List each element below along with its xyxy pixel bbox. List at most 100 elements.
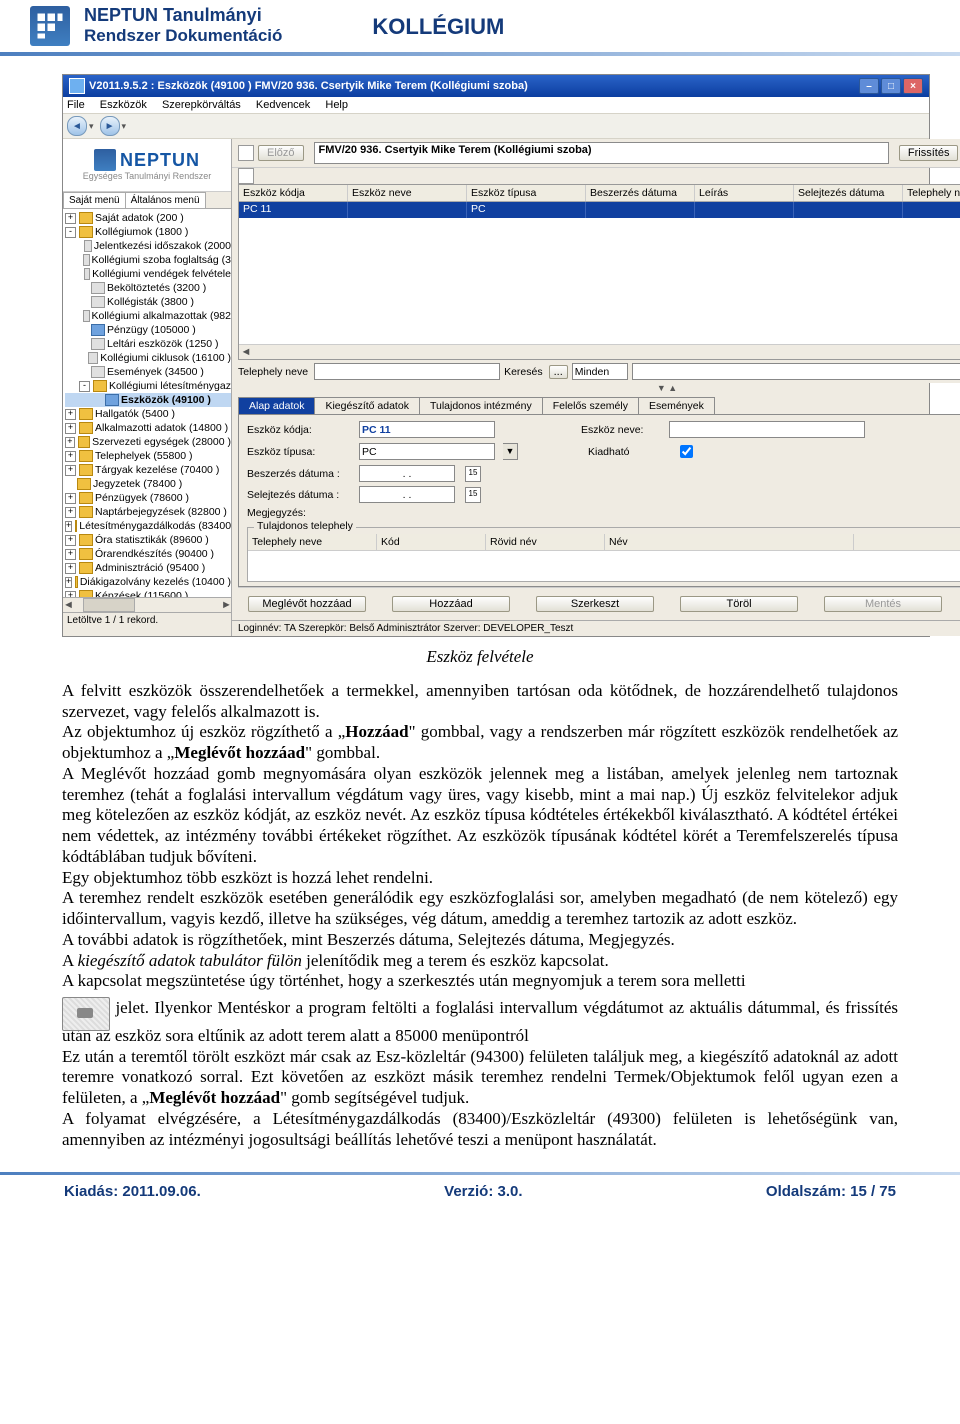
menu-szerepkor[interactable]: Szerepkörváltás (162, 99, 241, 111)
left-status: Letöltve 1 / 1 rekord. (63, 612, 231, 628)
main-panel: Előző FMV/20 936. Csertyik Mike Terem (K… (232, 139, 960, 636)
footer-rule (0, 1172, 960, 1175)
nav-tree[interactable]: +Saját adatok (200 )-Kollégiumok (1800 )… (63, 209, 231, 597)
sub-col-header[interactable]: Kód (377, 534, 486, 550)
checkbox-kiadhato[interactable] (680, 445, 693, 458)
tree-item[interactable]: Beköltöztetés (3200 ) (65, 281, 231, 295)
sub-col-header[interactable]: Név (605, 534, 854, 550)
fieldset-tulajdonos: Tulajdonos telephely Telephely neveKódRö… (247, 527, 960, 582)
tree-item[interactable]: +Óra statisztikák (89600 ) (65, 533, 231, 547)
search-text-input[interactable] (632, 363, 960, 380)
input-selejtezes[interactable] (359, 486, 455, 503)
tree-item[interactable]: Kollégisták (3800 ) (65, 295, 231, 309)
menu-kedvencek[interactable]: Kedvencek (256, 99, 310, 111)
menu-help[interactable]: Help (325, 99, 348, 111)
tree-item[interactable]: +Létesítménygazdálkodás (83400 ) (65, 519, 231, 533)
scope-select[interactable] (572, 363, 628, 380)
calendar-icon[interactable]: 15 (465, 487, 481, 503)
inline-remove-icon (62, 997, 110, 1031)
grid-row[interactable]: PC 11PC (239, 202, 960, 218)
save-button[interactable]: Mentés (824, 596, 942, 612)
refresh-button[interactable]: Frissítés (899, 145, 959, 161)
tree-item[interactable]: +Saját adatok (200 ) (65, 211, 231, 225)
search-more-button[interactable]: ... (549, 365, 568, 379)
grid-col-header[interactable]: Eszköz típusa (467, 185, 586, 201)
tree-item[interactable]: +Órarendkészítés (90400 ) (65, 547, 231, 561)
grid-select-all[interactable] (238, 168, 254, 184)
para-3: A Meglévőt hozzáad gomb megnyomására oly… (62, 764, 898, 868)
sub-col-header[interactable]: Telephely neve (248, 534, 377, 550)
grid-col-header[interactable]: Selejtezés dátuma (794, 185, 903, 201)
tree-item[interactable]: Kollégiumi alkalmazottak (982 (65, 309, 231, 323)
calendar-icon[interactable]: 15 (465, 466, 481, 482)
input-eszkoz-tipusa[interactable] (359, 443, 495, 460)
tree-item[interactable]: Kollégiumi szoba foglaltság (3 (65, 253, 231, 267)
grid-hscroll[interactable]: ◄► (239, 344, 960, 359)
back-icon[interactable]: ◄ (67, 116, 87, 136)
tree-item[interactable]: +Pénzügyek (78600 ) (65, 491, 231, 505)
grid-col-header[interactable]: Eszköz neve (348, 185, 467, 201)
tree-item[interactable]: +Hallgatók (5400 ) (65, 407, 231, 421)
input-eszkoz-neve[interactable] (669, 421, 865, 438)
tree-item[interactable]: +Alkalmazotti adatok (14800 ) (65, 421, 231, 435)
maximize-button[interactable]: □ (881, 78, 901, 94)
tree-item[interactable]: +Adminisztráció (95400 ) (65, 561, 231, 575)
menu-file[interactable]: File (67, 99, 85, 111)
para-10: Ez után a teremtől törölt eszközt már cs… (62, 1047, 898, 1109)
grid-col-header[interactable]: Beszerzés dátuma (586, 185, 695, 201)
delete-button[interactable]: Töröl (680, 596, 798, 612)
filter-field-input[interactable] (314, 363, 500, 380)
data-grid[interactable]: Eszköz kódjaEszköz neveEszköz típusaBesz… (238, 184, 960, 360)
tree-item[interactable]: +Szervezeti egységek (28000 ) (65, 435, 231, 449)
splitter-handle[interactable]: ▼ ▲ (232, 383, 960, 393)
window-title: V2011.9.5.2 : Eszközök (49100 ) FMV/20 9… (89, 80, 528, 92)
add-button[interactable]: Hozzáad (392, 596, 510, 612)
tree-item[interactable]: +Képzések (115600 ) (65, 589, 231, 597)
label-kiadhato: Kiadható (588, 446, 668, 458)
grid-cell: PC (467, 202, 586, 218)
tab-kiegeszito[interactable]: Kiegészítő adatok (314, 397, 419, 414)
tree-item[interactable]: -Kollégiumok (1800 ) (65, 225, 231, 239)
pin-checkbox[interactable] (238, 145, 254, 161)
grid-col-header[interactable]: Leírás (695, 185, 794, 201)
tree-item[interactable]: -Kollégiumi létesítménygaz (65, 379, 231, 393)
screenshot-window: V2011.9.5.2 : Eszközök (49100 ) FMV/20 9… (62, 74, 930, 637)
tree-item[interactable]: Jegyzetek (78400 ) (65, 477, 231, 491)
menu-eszkozok[interactable]: Eszközök (100, 99, 147, 111)
tab-felelos[interactable]: Felelős személy (542, 397, 639, 414)
tree-item[interactable]: +Tárgyak kezelése (70400 ) (65, 463, 231, 477)
tree-item[interactable]: Események (34500 ) (65, 365, 231, 379)
label-eszkoz-kodja: Eszköz kódja: (247, 424, 351, 436)
dropdown-icon[interactable]: ▼ (503, 443, 518, 460)
tree-item[interactable]: +Diákigazolvány kezelés (10400 ) (65, 575, 231, 589)
forward-icon[interactable]: ► (100, 116, 120, 136)
tab-tulajdonos[interactable]: Tulajdonos intézmény (419, 397, 543, 414)
grid-header: Eszköz kódjaEszköz neveEszköz típusaBesz… (239, 185, 960, 202)
tab-esemenyek[interactable]: Események (638, 397, 715, 414)
minimize-button[interactable]: – (859, 78, 879, 94)
tree-item[interactable]: Eszközök (49100 ) (65, 393, 231, 407)
add-existing-button[interactable]: Meglévőt hozzáad (248, 596, 366, 612)
tree-item[interactable]: +Naptárbejegyzések (82800 ) (65, 505, 231, 519)
grid-col-header[interactable]: Telephely neve (903, 185, 960, 201)
tree-item[interactable]: +Telephelyek (55800 ) (65, 449, 231, 463)
sub-col-header[interactable]: Rövid név (486, 534, 605, 550)
input-beszerzes[interactable] (359, 465, 455, 482)
tab-altalanos-menu[interactable]: Általános menü (125, 192, 206, 208)
tree-item[interactable]: Pénzügy (105000 ) (65, 323, 231, 337)
tree-item[interactable]: Jelentkezési időszakok (2000 (65, 239, 231, 253)
tree-scrollbar[interactable]: ◄► (63, 597, 231, 612)
prev-button[interactable]: Előző (258, 145, 304, 161)
input-eszkoz-kodja[interactable] (359, 421, 495, 438)
tree-item[interactable]: Kollégiumi vendégek felvétele (65, 267, 231, 281)
tab-alap-adatok[interactable]: Alap adatok (238, 397, 315, 414)
edit-button[interactable]: Szerkeszt (536, 596, 654, 612)
brand-title: NEPTUN Tanulmányi Rendszer Dokumentáció (84, 6, 282, 46)
sub-grid-body[interactable]: ... × (248, 551, 960, 581)
tree-item[interactable]: Leltári eszközök (1250 ) (65, 337, 231, 351)
grid-col-header[interactable]: Eszköz kódja (239, 185, 348, 201)
close-button[interactable]: × (903, 78, 923, 94)
tree-item[interactable]: Kollégiumi ciklusok (16100 ) (65, 351, 231, 365)
para-9: jelet. Ilyenkor Mentéskor a program felt… (62, 992, 898, 1047)
tab-sajat-menu[interactable]: Saját menü (63, 192, 126, 208)
